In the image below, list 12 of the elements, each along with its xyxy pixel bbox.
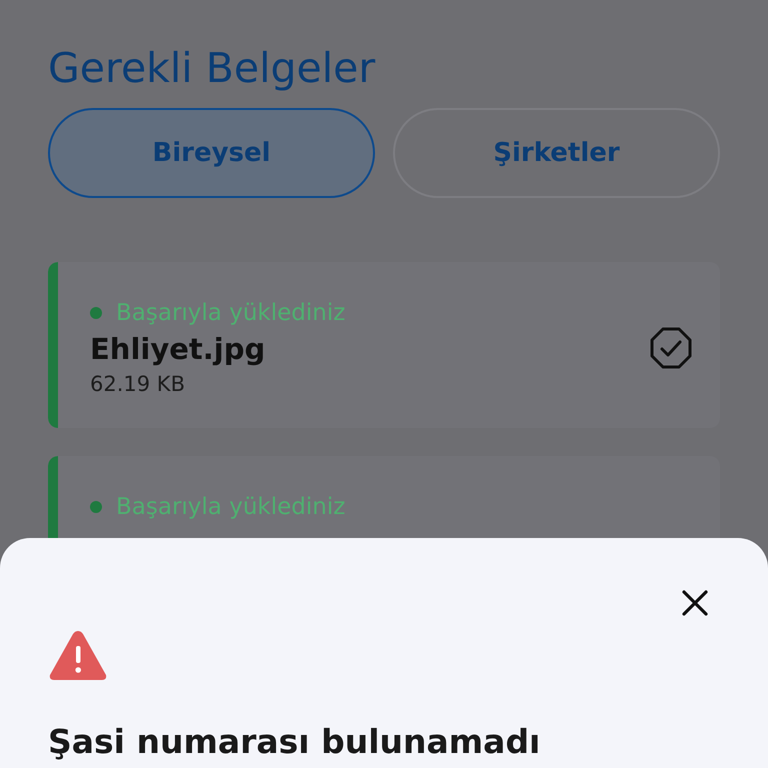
status-dot-icon (90, 307, 102, 319)
close-icon[interactable] (680, 588, 710, 618)
warning-icon (48, 628, 108, 682)
tab[interactable]: Şirketler (393, 108, 720, 198)
status-dot-icon (90, 501, 102, 513)
file-name: Ehliyet.jpg (90, 332, 266, 366)
tab[interactable]: Bireysel (48, 108, 375, 198)
page-title: Gerekli Belgeler (48, 44, 376, 92)
upload-status: Başarıyla yüklediniz (116, 494, 346, 520)
upload-status: Başarıyla yüklediniz (116, 300, 346, 326)
file-size: 62.19 KB (90, 372, 186, 396)
sheet-title: Şasi numarası bulunamadı (48, 722, 542, 761)
